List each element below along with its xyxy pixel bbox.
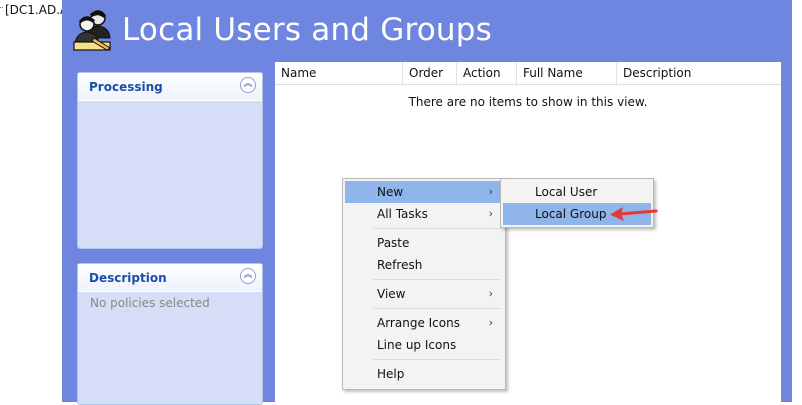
window-edge xyxy=(792,0,802,402)
menu-item-paste[interactable]: Paste xyxy=(345,232,503,254)
column-header-description[interactable]: Description xyxy=(617,62,781,84)
menu-item-label: New xyxy=(377,185,404,199)
menu-item-label: Line up Icons xyxy=(377,338,457,352)
menu-item-label: Paste xyxy=(377,236,410,250)
menu-item-all-tasks[interactable]: All Tasks › xyxy=(345,203,503,225)
submenu-arrow-icon: › xyxy=(488,207,493,220)
menu-item-local-user[interactable]: Local User xyxy=(503,181,651,203)
users-groups-icon xyxy=(73,10,111,51)
menu-separator xyxy=(373,279,501,280)
description-panel-header[interactable]: Description ︽ xyxy=(78,264,262,292)
description-panel: Description ︽ No policies selected xyxy=(77,263,263,405)
processing-panel-header[interactable]: Processing ︽ xyxy=(78,73,262,101)
window-title: Local Users and Groups xyxy=(122,12,492,48)
chevron-double-up-icon[interactable]: ︽ xyxy=(240,77,256,93)
menu-item-refresh[interactable]: Refresh xyxy=(345,254,503,276)
column-header-name[interactable]: Name xyxy=(275,62,403,84)
menu-item-label: Help xyxy=(377,367,405,381)
annotation-arrow-icon xyxy=(610,207,658,221)
description-panel-body: No policies selected xyxy=(90,296,210,310)
context-menu: New › All Tasks › Paste Refresh View › A… xyxy=(342,178,506,390)
tree-pane[interactable]: [DC1.AD.A xyxy=(0,0,62,402)
menu-item-label: Local Group xyxy=(535,207,607,221)
menu-item-label: View xyxy=(377,287,406,301)
tree-connector xyxy=(0,7,3,13)
description-panel-title: Description xyxy=(89,271,167,285)
menu-item-label: All Tasks xyxy=(377,207,428,221)
menu-separator xyxy=(373,228,501,229)
submenu-arrow-icon: › xyxy=(488,185,493,198)
chevron-double-up-icon[interactable]: ︽ xyxy=(240,268,256,284)
menu-separator xyxy=(373,359,501,360)
empty-list-message: There are no items to show in this view. xyxy=(408,95,648,109)
list-header: Name Order Action Full Name Description xyxy=(275,62,781,85)
submenu-arrow-icon: › xyxy=(488,287,493,300)
menu-item-label: Local User xyxy=(535,185,598,199)
processing-panel: Processing ︽ xyxy=(77,72,263,249)
menu-item-line-up-icons[interactable]: Line up Icons xyxy=(345,334,503,356)
tree-node-label[interactable]: [DC1.AD.A xyxy=(5,3,62,17)
menu-separator xyxy=(373,308,501,309)
processing-panel-title: Processing xyxy=(89,80,163,94)
submenu-arrow-icon: › xyxy=(488,316,493,329)
menu-item-label: Arrange Icons xyxy=(377,316,460,330)
menu-item-new[interactable]: New › xyxy=(345,181,503,203)
menu-item-label: Refresh xyxy=(377,258,423,272)
menu-item-help[interactable]: Help xyxy=(345,363,503,385)
menu-item-arrange-icons[interactable]: Arrange Icons › xyxy=(345,312,503,334)
column-header-order[interactable]: Order xyxy=(403,62,457,84)
column-header-full-name[interactable]: Full Name xyxy=(517,62,617,84)
menu-item-view[interactable]: View › xyxy=(345,283,503,305)
column-header-action[interactable]: Action xyxy=(457,62,517,84)
